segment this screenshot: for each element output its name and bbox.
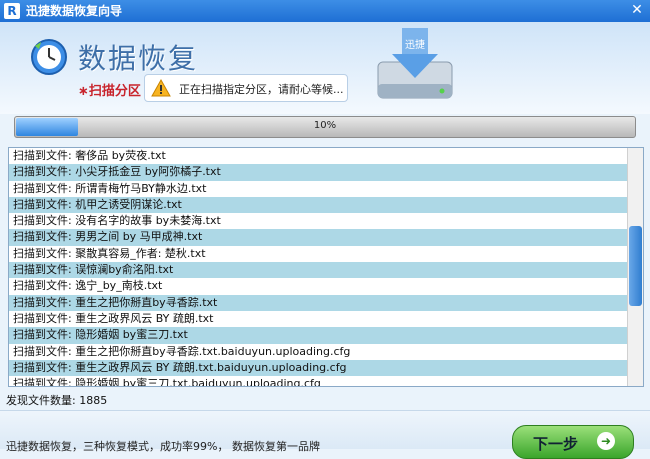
list-item[interactable]: 扫描到文件: 聚散真容易_作者: 楚秋.txt xyxy=(9,246,627,262)
hdd-label: 迅捷 xyxy=(405,38,425,51)
app-logo-icon: R xyxy=(4,3,20,19)
list-item[interactable]: 扫描到文件: 男男之间 by 马甲成神.txt xyxy=(9,229,627,246)
next-button-label: 下一步 xyxy=(533,435,579,453)
progress-percent: 10% xyxy=(313,120,337,131)
scanned-files-list[interactable]: 扫描到文件: 奢侈品 by荧夜.txt 扫描到文件: 小尖牙抵金豆 by阿弥橘子.… xyxy=(8,147,644,387)
title-bar: R 迅捷数据恢复向导 ✕ xyxy=(0,0,650,22)
scrollbar-thumb[interactable] xyxy=(629,226,642,306)
list-item[interactable]: 扫描到文件: 重生之把你掰直by寻香踪.txt.baiduyun.uploadi… xyxy=(9,344,627,360)
list-items: 扫描到文件: 奢侈品 by荧夜.txt 扫描到文件: 小尖牙抵金豆 by阿弥橘子.… xyxy=(9,148,627,386)
step-label: ∗扫描分区 xyxy=(78,84,141,99)
arrow-right-icon: ➜ xyxy=(597,432,615,450)
list-item[interactable]: 扫描到文件: 重生之把你掰直by寻香踪.txt xyxy=(9,294,627,311)
list-item[interactable]: 扫描到文件: 所谓青梅竹马BY静水边.txt xyxy=(9,181,627,197)
next-button[interactable]: 下一步 ➜ xyxy=(512,425,634,459)
list-scrollbar[interactable] xyxy=(627,148,643,386)
list-item[interactable]: 扫描到文件: 隐形婚姻 by蜜三刀.txt xyxy=(9,327,627,344)
header-banner: 数据恢复 ∗扫描分区 正在扫描指定分区，请耐心等候... 迅捷 xyxy=(0,22,650,114)
window-title: 迅捷数据恢复向导 xyxy=(26,4,123,18)
scan-progress-bar: 10% xyxy=(14,116,636,138)
found-count-label: 发现文件数量: xyxy=(6,394,80,407)
footer: 迅捷数据恢复，三种恢复模式，成功率99%， 数据恢复第一品牌 下一步 ➜ xyxy=(0,410,650,459)
clock-icon xyxy=(31,39,67,75)
list-item[interactable]: 扫描到文件: 重生之政界风云 BY 疏朗.txt xyxy=(9,311,627,327)
list-item[interactable]: 扫描到文件: 没有名字的故事 by未婪海.txt xyxy=(9,213,627,229)
brand-title: 数据恢复 xyxy=(78,42,199,75)
status-tip: 正在扫描指定分区，请耐心等候... xyxy=(144,74,348,102)
close-button[interactable]: ✕ xyxy=(628,2,646,19)
list-item[interactable]: 扫描到文件: 小尖牙抵金豆 by阿弥橘子.txt xyxy=(9,164,627,181)
list-item[interactable]: 扫描到文件: 误惊澜by俞洺阳.txt xyxy=(9,262,627,279)
warning-icon xyxy=(151,79,171,97)
hard-drive-icon: 迅捷 xyxy=(377,28,453,99)
list-item[interactable]: 扫描到文件: 逸宁_by_南枝.txt xyxy=(9,278,627,294)
list-item[interactable]: 扫描到文件: 隐形婚姻 by蜜三刀.txt.baiduyun.uploading… xyxy=(9,376,627,386)
found-count-value: 1885 xyxy=(79,394,108,407)
list-item[interactable]: 扫描到文件: 奢侈品 by荧夜.txt xyxy=(9,148,627,164)
list-item[interactable]: 扫描到文件: 机甲之诱受阴谋论.txt xyxy=(9,196,627,214)
tip-text: 正在扫描指定分区，请耐心等候... xyxy=(179,83,344,96)
list-item[interactable]: 扫描到文件: 重生之政界风云 BY 疏朗.txt.baiduyun.upload… xyxy=(9,359,627,377)
slogan: 迅捷数据恢复，三种恢复模式，成功率99%， 数据恢复第一品牌 xyxy=(6,440,320,453)
found-count: 发现文件数量: 1885 xyxy=(6,392,107,408)
